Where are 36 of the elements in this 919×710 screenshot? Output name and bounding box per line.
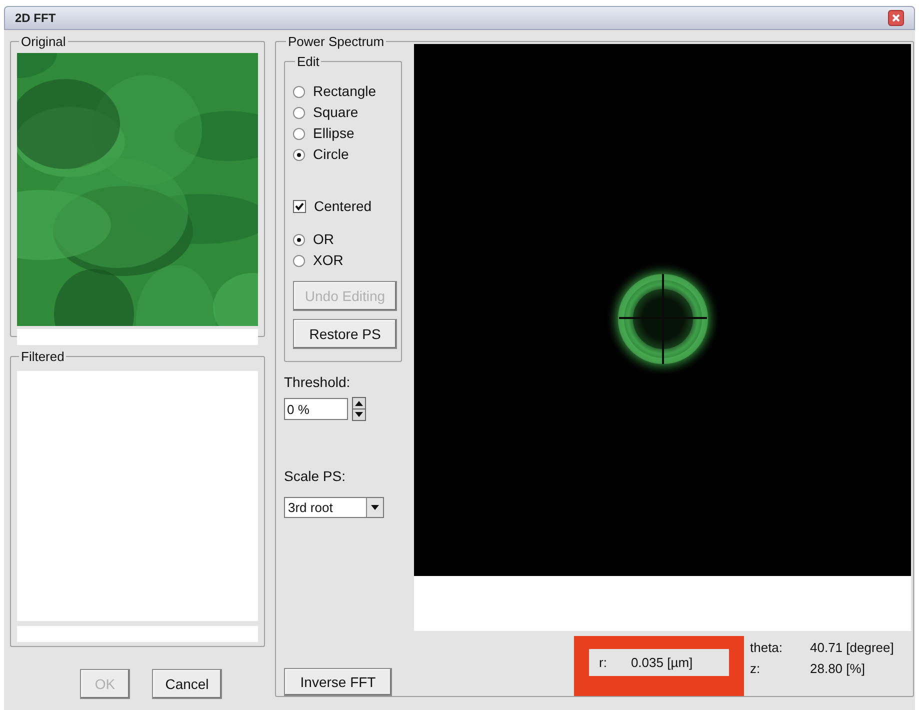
group-label: Edit	[296, 52, 320, 70]
radio-option[interactable]: Rectangle	[293, 81, 397, 102]
threshold-label: Threshold:	[284, 373, 352, 392]
radio-option[interactable]: Ellipse	[293, 123, 397, 144]
readout-label: theta:	[750, 639, 784, 657]
check-icon	[295, 202, 304, 210]
readout-value: 40.71 [degree]	[810, 639, 894, 657]
cancel-button[interactable]: Cancel	[152, 669, 222, 699]
radio-button[interactable]	[293, 234, 305, 246]
radio-button[interactable]	[293, 254, 305, 266]
readout-value: 0.035 [µm]	[630, 654, 693, 672]
radio-option[interactable]: OR	[293, 229, 397, 250]
scale-label: Scale PS:	[284, 467, 346, 486]
readout-label: r:	[599, 654, 607, 672]
group-label: Power Spectrum	[287, 33, 386, 51]
radio-option[interactable]: XOR	[293, 250, 397, 271]
window-title: 2D FFT	[15, 10, 56, 27]
inverse-fft-button[interactable]: Inverse FFT	[284, 668, 392, 696]
checkbox[interactable]	[293, 200, 306, 212]
radio-button[interactable]	[293, 86, 305, 98]
scale-dropdown[interactable]: 3rd root	[284, 497, 384, 518]
radio-button[interactable]	[293, 106, 305, 118]
spinner-control[interactable]	[352, 397, 366, 422]
group-label: Filtered	[20, 348, 66, 366]
radio-button[interactable]	[293, 128, 305, 140]
restore-ps-button[interactable]: Restore PS	[293, 319, 397, 349]
threshold-field[interactable]: 0 %	[284, 398, 348, 420]
radio-option[interactable]: Square	[293, 102, 397, 123]
centered-checkbox[interactable]: Centered	[293, 195, 397, 217]
radio-button[interactable]	[293, 148, 305, 160]
radio-option[interactable]: Circle	[293, 144, 397, 165]
close-button[interactable]	[888, 10, 904, 26]
readout-label: z:	[750, 660, 762, 678]
readout-value: 28.80 [%]	[810, 660, 866, 678]
group-label: Original	[20, 33, 67, 51]
close-icon	[891, 13, 901, 23]
